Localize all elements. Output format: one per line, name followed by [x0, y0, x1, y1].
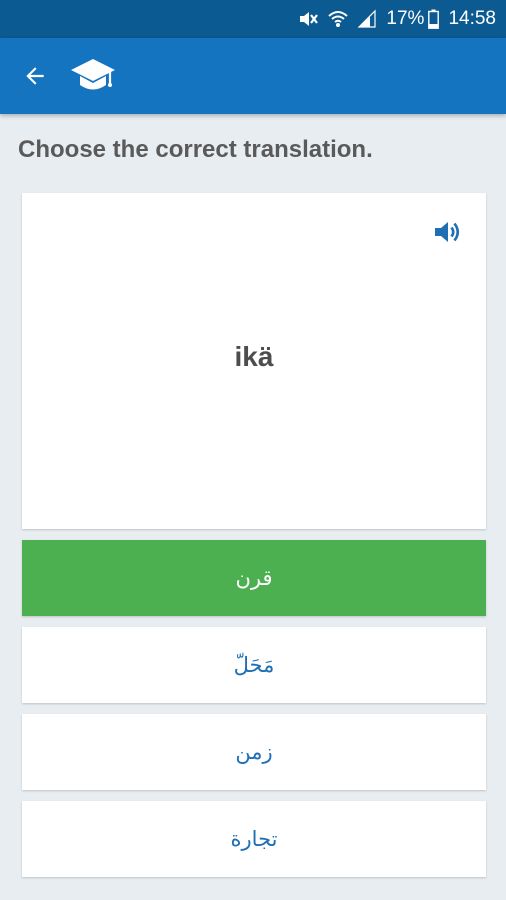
back-button[interactable] — [17, 58, 53, 94]
answer-option-1[interactable]: قرن — [22, 540, 486, 616]
app-bar — [0, 38, 506, 114]
status-bar: 17% 14:58 — [0, 0, 506, 38]
graduation-cap-icon — [69, 56, 117, 96]
question-card: ikä — [22, 193, 486, 529]
signal-icon — [357, 9, 377, 29]
mute-icon — [297, 9, 319, 29]
battery-icon — [428, 9, 440, 29]
speaker-icon — [435, 222, 460, 242]
answer-option-4[interactable]: تجارة — [22, 801, 486, 877]
answer-option-2[interactable]: مَحَلّ — [22, 627, 486, 703]
clock: 14:58 — [448, 8, 496, 29]
prompt-text: Choose the correct translation. — [18, 136, 373, 163]
question-word: ikä — [234, 341, 274, 372]
speaker-button[interactable] — [432, 217, 464, 247]
answer-option-3[interactable]: زمن — [22, 714, 486, 790]
wifi-icon — [328, 9, 349, 29]
battery-text: 17% — [386, 8, 425, 29]
back-arrow-icon — [26, 67, 44, 85]
